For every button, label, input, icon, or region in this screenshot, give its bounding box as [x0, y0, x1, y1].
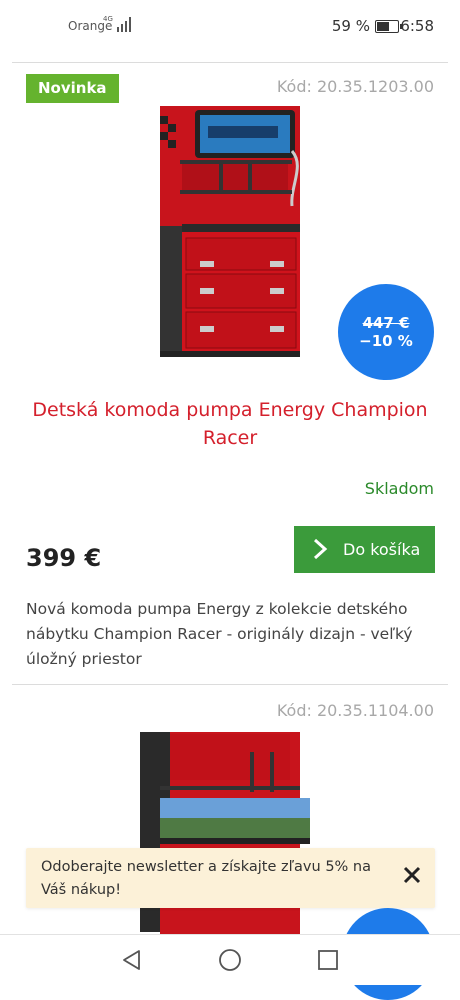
- product-code: Kód: 20.35.1203.00: [276, 77, 434, 96]
- battery-level-fill: [377, 22, 389, 31]
- product-title[interactable]: Detská komoda pumpa Energy Champion Race…: [30, 396, 430, 452]
- divider: [12, 684, 448, 685]
- network-label: 4G: [103, 15, 113, 23]
- status-bar: Orange 4G 59 % 6:58: [0, 0, 460, 54]
- discount-percent: −10 %: [359, 332, 413, 350]
- recents-icon[interactable]: [316, 948, 340, 972]
- close-icon[interactable]: [403, 866, 421, 884]
- navigation-bar: [0, 934, 460, 985]
- product-code: Kód: 20.35.1104.00: [276, 701, 434, 720]
- discount-badge: 447 € −10 %: [338, 284, 434, 380]
- add-to-cart-button[interactable]: Do košíka: [294, 526, 435, 573]
- newsletter-text: Odoberajte newsletter a získajte zľavu 5…: [41, 859, 372, 898]
- chevron-right-icon: [313, 538, 328, 560]
- product-price: 399 €: [26, 544, 102, 572]
- signal-icon: 4G: [103, 15, 131, 32]
- back-icon[interactable]: [120, 948, 144, 972]
- add-to-cart-label: Do košíka: [343, 540, 421, 559]
- newsletter-banner: Odoberajte newsletter a získajte zľavu 5…: [26, 848, 435, 908]
- battery-percent: 59 %: [331, 17, 370, 35]
- product-description: Nová komoda pumpa Energy z kolekcie dets…: [26, 600, 413, 668]
- clock: 6:58: [400, 17, 434, 35]
- battery-icon: [375, 20, 402, 33]
- divider: [12, 62, 448, 63]
- old-price: 447 €: [362, 314, 410, 332]
- stock-status: Skladom: [364, 479, 434, 498]
- home-icon[interactable]: [218, 948, 242, 972]
